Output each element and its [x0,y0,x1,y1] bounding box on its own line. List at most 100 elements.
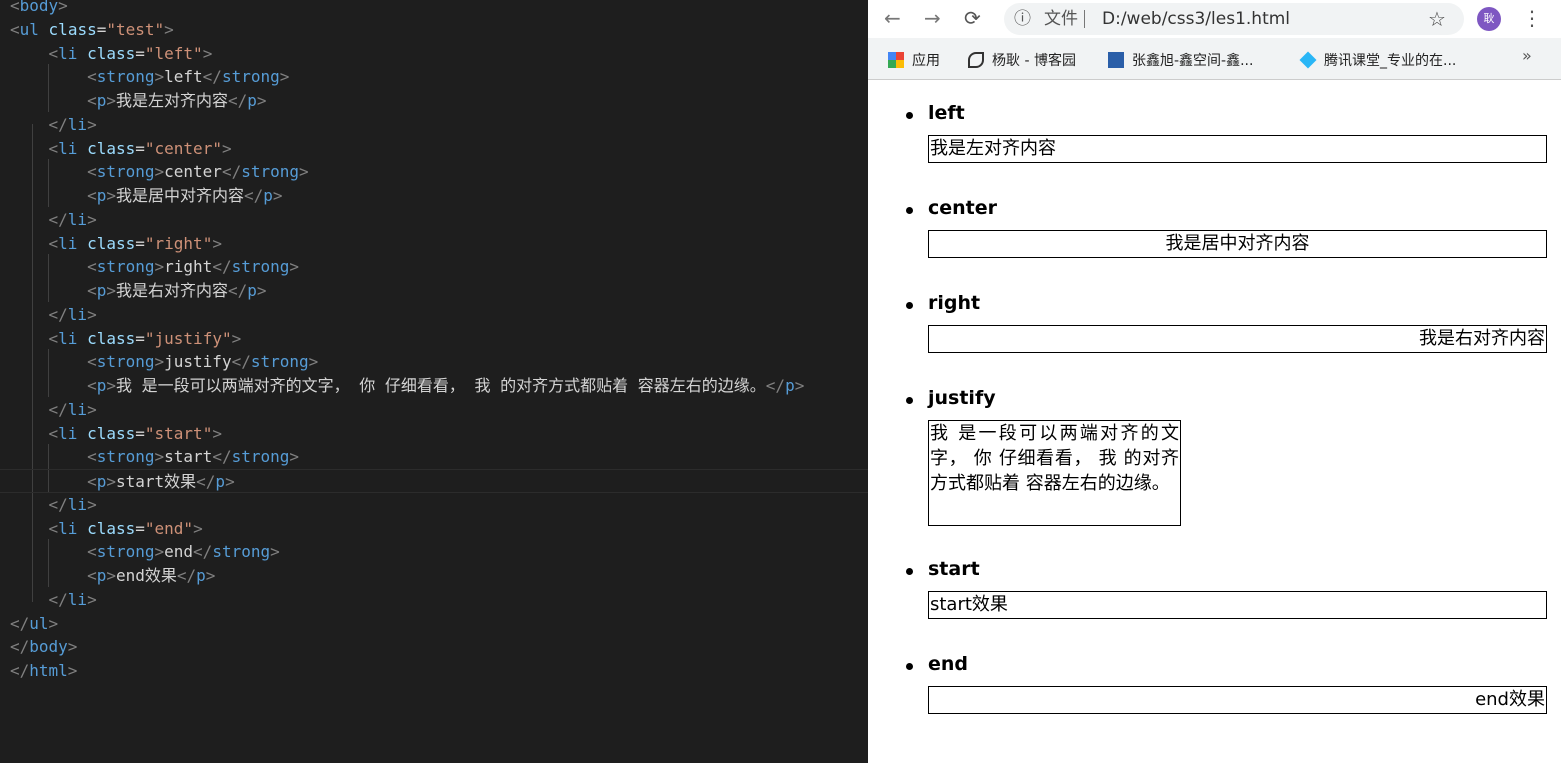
code-line[interactable]: <p>我是右对齐内容</p> [10,279,266,303]
bookmark-tencent-class[interactable]: 腾讯课堂_专业的在... [1299,50,1456,70]
code-line[interactable]: <p>我是居中对齐内容</p> [10,184,282,208]
code-token: > [154,542,165,562]
code-token: </ [228,281,248,300]
code-token: li [58,138,78,158]
code-token: > [205,566,216,585]
code-line[interactable]: <strong>justify</strong> [10,350,318,374]
code-line[interactable]: <ul class="test"> [10,18,174,42]
code-token: p [96,281,107,300]
code-line[interactable]: <strong>right</strong> [10,255,299,279]
item-title: start [928,558,980,580]
code-token: </ [228,91,248,110]
code-token: "center" [144,138,222,158]
item-title: center [928,197,998,219]
code-token: > [164,19,174,39]
code-token: </ [10,613,30,633]
code-line[interactable]: <p>end效果</p> [10,564,215,588]
bookmark-cnblogs[interactable]: 杨耿 - 博客园 [968,50,1076,70]
url-text[interactable]: D:/web/css3/les1.html [1102,3,1290,35]
code-token: html [29,661,68,680]
code-token: p [215,472,226,491]
code-token: > [154,162,165,182]
code-token: > [794,376,805,395]
code-line[interactable]: </li> [10,588,97,612]
code-token: li [58,43,78,63]
code-editor[interactable]: <body> <ul class="test"> <li class="left"… [0,0,868,763]
code-line[interactable]: <li class="justify"> [10,327,242,351]
code-token: 我 是一段可以两端对齐的文字， 你 仔细看看， 我 的对齐方式都贴着 容器左右的… [115,376,766,395]
bookmark-label: 应用 [912,53,940,69]
code-line[interactable]: <li class="left"> [10,42,213,66]
code-line[interactable]: <p>start效果</p> [0,469,868,493]
item-title: end [928,653,969,675]
info-icon[interactable]: ⓘ [1014,3,1031,35]
code-line[interactable]: </li> [10,493,97,517]
code-token: 我是左对齐内容 [115,91,228,110]
code-token: > [48,613,59,633]
code-token: li [58,328,78,348]
address-bar[interactable]: ⓘ 文件 D:/web/css3/les1.html ☆ [1004,3,1464,35]
bookmark-zhangxinxu[interactable]: 张鑫旭-鑫空间-鑫... [1108,50,1253,70]
avatar[interactable]: 耿 [1477,7,1501,31]
code-line[interactable]: <strong>end</strong> [10,540,280,564]
code-token: "end" [144,518,194,538]
code-token: strong [212,542,271,562]
code-line[interactable]: <strong>left</strong> [10,65,289,89]
menu-icon[interactable]: ⋮ [1522,6,1542,30]
code-line[interactable]: <strong>center</strong> [10,160,309,184]
code-line[interactable]: </body> [10,635,77,659]
code-token: > [106,376,116,395]
code-line[interactable]: <li class="right"> [10,232,222,256]
code-token: center [164,162,222,182]
code-token: > [212,233,222,253]
code-token: < [48,138,59,158]
code-token: > [231,328,242,348]
code-token: > [256,91,267,110]
bookmark-apps[interactable]: 应用 [888,50,940,70]
code-line[interactable]: </li> [10,398,97,422]
code-token: "justify" [144,328,232,348]
star-icon[interactable]: ☆ [1428,3,1446,35]
code-token: li [58,233,78,253]
code-line[interactable]: <li class="start"> [10,422,222,446]
code-token: > [87,209,97,229]
code-token: < [10,0,20,15]
back-icon[interactable]: ← [884,6,901,30]
bullet-icon [906,302,913,309]
code-token: > [87,589,97,609]
code-line[interactable]: </li> [10,303,97,327]
browser-toolbar: ← → ⟳ ⓘ 文件 D:/web/css3/les1.html ☆ 耿 ⋮ [868,0,1561,38]
code-line[interactable]: <p>我是左对齐内容</p> [10,89,267,113]
code-line[interactable]: <strong>start</strong> [10,445,299,469]
code-line[interactable]: </li> [10,113,97,137]
forward-icon[interactable]: → [924,6,941,30]
code-token: class [87,138,136,158]
code-token: start效果 [115,472,197,491]
code-token: class [87,43,136,63]
bullet-icon [906,397,913,404]
bookmark-label: 杨耿 - 博客园 [992,53,1076,69]
code-line[interactable]: <body> [10,0,68,18]
reload-icon[interactable]: ⟳ [964,6,981,30]
more-bookmarks-icon[interactable]: » [1522,46,1532,65]
code-line[interactable]: <li class="end"> [10,517,203,541]
code-token: = [135,233,145,253]
code-line[interactable]: </ul> [10,612,58,636]
bullet-icon [906,112,913,119]
code-token: </ [48,114,68,134]
code-token: </ [48,304,68,324]
code-line[interactable]: </html> [10,659,77,683]
code-token: </ [196,472,216,491]
item-paragraph: end效果 [928,686,1547,714]
code-line[interactable]: </li> [10,208,97,232]
code-line[interactable]: <li class="center"> [10,137,232,161]
code-line[interactable]: <p>我 是一段可以两端对齐的文字， 你 仔细看看， 我 的对齐方式都贴着 容器… [10,374,804,398]
code-token: < [87,67,97,87]
code-token: > [106,566,116,585]
